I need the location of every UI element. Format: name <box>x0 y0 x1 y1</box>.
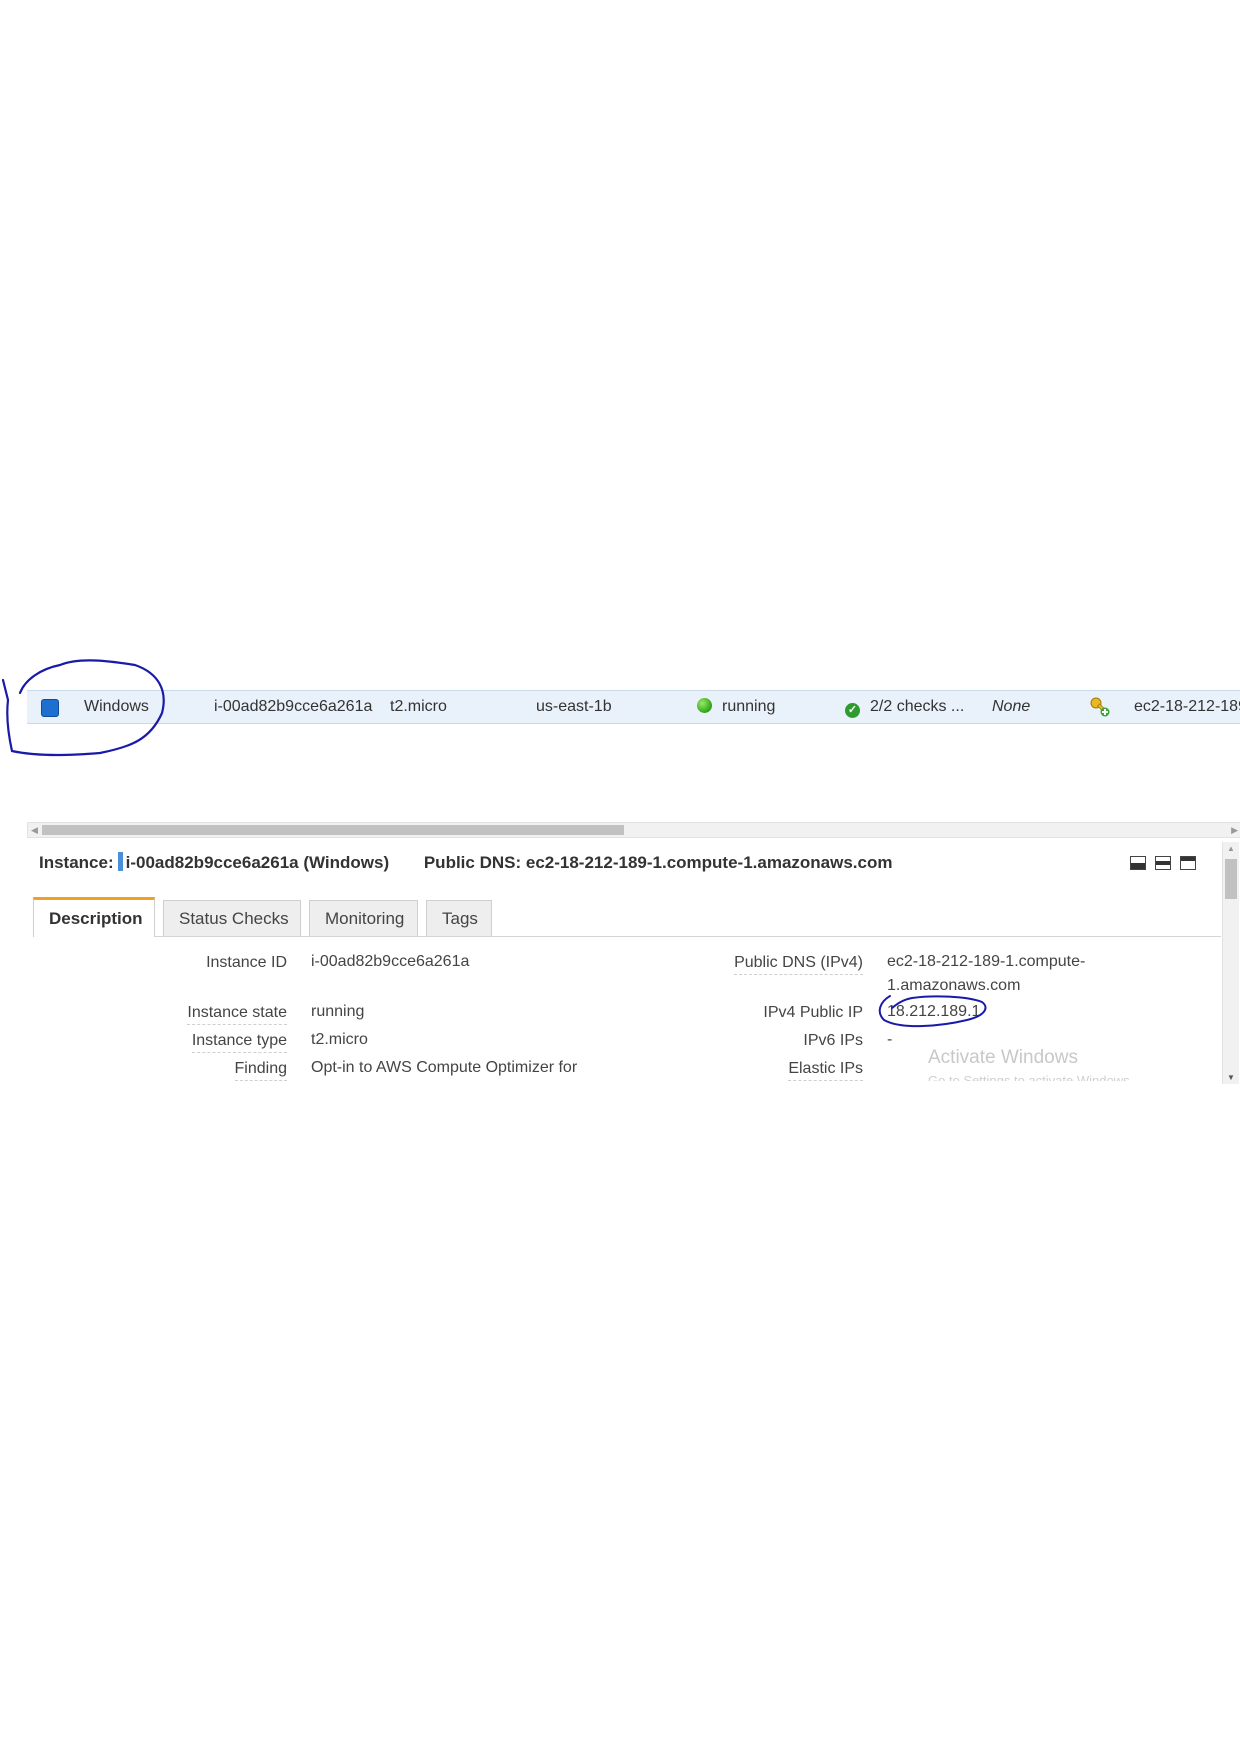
horizontal-scrollbar[interactable]: ◀ ▶ <box>27 822 1240 838</box>
label-elastic-ips: Elastic IPs <box>788 1060 863 1081</box>
value-instance-id: i-00ad82b9cce6a261a <box>311 953 470 970</box>
row-checkbox-icon[interactable] <box>41 699 59 717</box>
details-tabs: Description Status Checks Monitoring Tag… <box>33 894 1221 937</box>
tab-tags[interactable]: Tags <box>426 900 492 936</box>
availability-zone: us-east-1b <box>536 698 612 715</box>
dns-value: ec2-18-212-189-1.compute-1.amazonaws.com <box>525 853 893 872</box>
green-dot-icon <box>697 698 712 713</box>
layout-bottom-icon[interactable] <box>1130 856 1146 870</box>
label-finding: Finding <box>234 1060 287 1081</box>
key-icon[interactable] <box>1089 696 1111 718</box>
alarm-status[interactable]: None <box>992 698 1030 716</box>
value-instance-type: t2.micro <box>311 1031 368 1048</box>
instance-label: Instance: <box>39 853 114 872</box>
label-instance-state: Instance state <box>187 1004 287 1025</box>
horizontal-scroll-thumb[interactable] <box>42 825 624 835</box>
scroll-right-icon[interactable]: ▶ <box>1231 823 1238 837</box>
value-ipv6-ips: - <box>887 1031 893 1048</box>
value-finding[interactable]: Opt-in to AWS Compute Optimizer for <box>311 1056 577 1080</box>
value-ipv4-public-ip: 18.212.189.1 <box>887 1003 981 1020</box>
scroll-down-icon[interactable]: ▼ <box>1227 1073 1235 1082</box>
activate-windows-subtext: Go to Settings to activate Windows. <box>928 1073 1134 1081</box>
layout-top-icon[interactable] <box>1180 856 1196 870</box>
instance-color-bar <box>117 852 123 871</box>
activate-windows-watermark: Activate Windows <box>928 1047 1078 1068</box>
panel-layout-icons <box>1130 856 1205 875</box>
label-ipv4-public-ip: IPv4 Public IP <box>763 1004 863 1021</box>
instance-state: running <box>697 698 775 716</box>
vertical-scroll-thumb[interactable] <box>1225 859 1237 899</box>
label-instance-id: Instance ID <box>206 954 287 971</box>
value-instance-state: running <box>311 1003 365 1020</box>
instance-id: i-00ad82b9cce6a261a <box>214 698 373 715</box>
tab-monitoring[interactable]: Monitoring <box>309 900 418 936</box>
instance-value: i-00ad82b9cce6a261a (Windows) <box>125 853 390 872</box>
scroll-left-icon[interactable]: ◀ <box>31 823 38 837</box>
instance-name: Windows <box>84 698 149 715</box>
vertical-scrollbar[interactable]: ▲ ▼ <box>1222 842 1239 1084</box>
status-checks[interactable]: ✓ 2/2 checks ... <box>845 698 964 718</box>
instance-state-text: running <box>722 698 776 715</box>
value-public-dns-line2: 1.amazonaws.com <box>887 977 1021 994</box>
label-public-dns: Public DNS (IPv4) <box>734 954 863 975</box>
status-checks-text: 2/2 checks ... <box>870 698 965 715</box>
tab-status-checks[interactable]: Status Checks <box>163 900 301 936</box>
instance-type: t2.micro <box>390 698 447 715</box>
dns-label: Public DNS: <box>423 853 522 872</box>
layout-middle-icon[interactable] <box>1155 856 1171 870</box>
panel-title: Instance: i-00ad82b9cce6a261a (Windows) P… <box>39 852 892 873</box>
label-ipv6-ips: IPv6 IPs <box>803 1032 863 1049</box>
instance-row[interactable]: Windows i-00ad82b9cce6a261a t2.micro us-… <box>27 690 1240 724</box>
label-instance-type: Instance type <box>191 1032 287 1053</box>
public-dns-cell: ec2-18-212-189 <box>1134 698 1240 715</box>
check-circle-icon: ✓ <box>845 703 860 718</box>
value-public-dns-line1: ec2-18-212-189-1.compute- <box>887 953 1086 970</box>
scroll-up-icon[interactable]: ▲ <box>1227 844 1235 853</box>
tab-description[interactable]: Description <box>33 897 155 937</box>
